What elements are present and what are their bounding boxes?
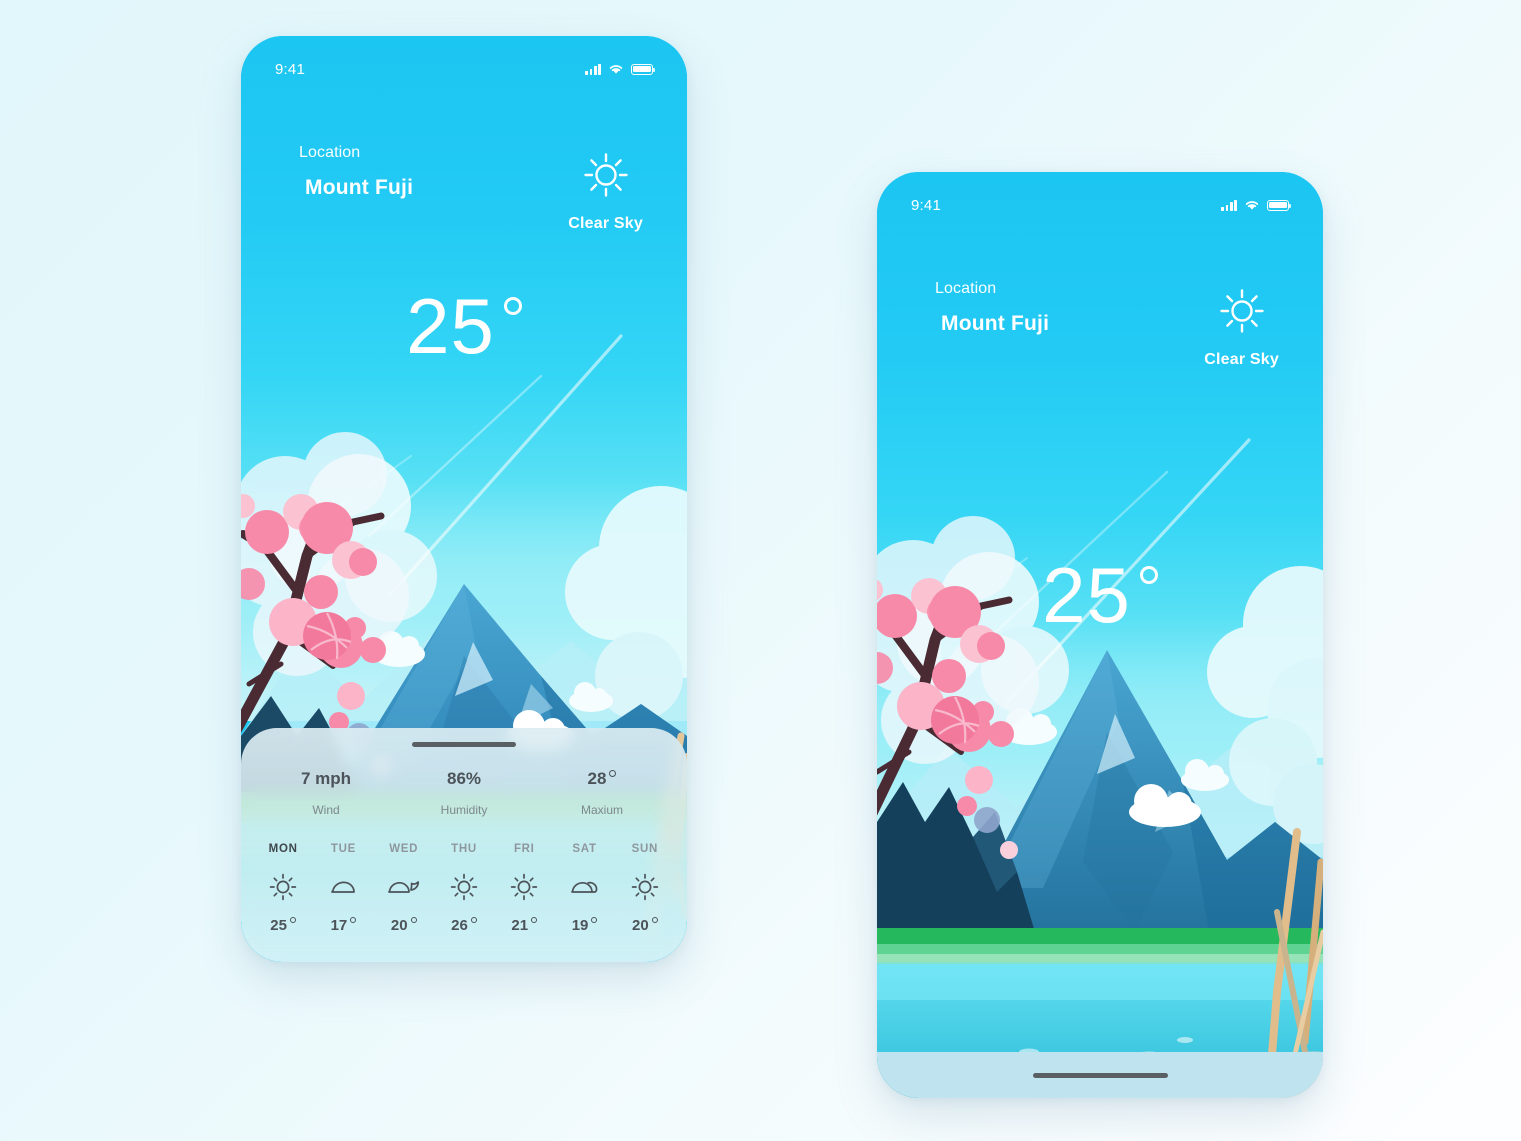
condition-label: Clear Sky	[1204, 351, 1279, 368]
status-bar: 9:41	[241, 56, 687, 82]
temperature-value: 25	[406, 282, 495, 370]
bottom-bar	[877, 1052, 1323, 1098]
weekly-forecast: MON 25 TUE 17 WED 20 THU 26 FRI 21 SAT 1…	[241, 843, 687, 935]
forecast-day-label: MON	[268, 843, 298, 855]
forecast-temp: 17	[330, 917, 348, 934]
phone-mockup-detail: 9:41 Location Mount Fuji Clear Sky 25 7 …	[241, 36, 687, 962]
stat-humidity-value: 86%	[446, 769, 482, 788]
drag-handle-icon[interactable]	[412, 742, 516, 747]
cloud-icon	[554, 869, 614, 905]
stat-humidity: 86% Humidity	[395, 769, 533, 817]
condition-block[interactable]: Clear Sky	[1204, 284, 1279, 369]
status-time: 9:41	[275, 60, 305, 78]
forecast-day-label: THU	[451, 843, 477, 855]
stat-maximum: 28 Maxium	[533, 769, 671, 817]
weather-header: Location Mount Fuji Clear Sky	[241, 144, 687, 233]
forecast-day-label: WED	[389, 843, 419, 855]
condition-block[interactable]: Clear Sky	[568, 148, 643, 233]
sun-icon	[583, 153, 628, 197]
stat-wind-label: Wind	[312, 803, 340, 817]
signal-bars-icon	[585, 63, 601, 75]
degree-circle-icon	[350, 917, 357, 923]
cloud-icon	[313, 869, 373, 905]
forecast-day-sat[interactable]: SAT 19	[554, 843, 614, 935]
degree-circle-icon	[609, 770, 617, 777]
sun-icon	[253, 869, 313, 905]
forecast-temp: 25	[270, 917, 287, 934]
home-indicator-icon[interactable]	[1032, 1072, 1168, 1078]
stats-row: 7 mph Wind 86% Humidity 28 Maxium	[241, 769, 687, 817]
status-bar: 9:41	[877, 192, 1323, 218]
forecast-day-sun[interactable]: SUN 20	[615, 843, 675, 935]
status-icons	[585, 63, 656, 75]
forecast-day-label: SUN	[631, 843, 659, 855]
phone-mockup-fullscene: 9:41 Location Mount Fuji Clear Sky 25	[877, 172, 1323, 1098]
location-label: Location	[299, 144, 361, 161]
status-icons	[1221, 199, 1292, 211]
degree-circle-icon	[531, 917, 538, 923]
forecast-temp: 20	[631, 917, 649, 934]
forecast-day-thu[interactable]: THU 26	[434, 843, 494, 935]
battery-icon	[631, 63, 656, 75]
stat-wind-value: 7 mph	[300, 769, 352, 788]
degree-circle-icon	[1139, 566, 1158, 584]
degree-circle-icon	[289, 917, 296, 923]
forecast-day-label: SAT	[572, 843, 597, 855]
battery-icon	[1267, 199, 1292, 211]
current-temperature: 25	[877, 551, 1323, 639]
current-temperature: 25	[241, 282, 687, 370]
forecast-temp: 20	[390, 917, 408, 934]
degree-circle-icon	[410, 917, 417, 923]
forecast-temp: 26	[451, 917, 468, 934]
sun-icon	[434, 869, 494, 905]
forecast-temp: 19	[571, 917, 589, 934]
forecast-day-wed[interactable]: WED 20	[374, 843, 434, 935]
wifi-icon	[609, 65, 623, 74]
degree-circle-icon	[651, 917, 658, 923]
forecast-day-tue[interactable]: TUE 17	[313, 843, 373, 935]
stat-humidity-label: Humidity	[440, 803, 488, 817]
forecast-day-mon[interactable]: MON 25	[253, 843, 313, 935]
degree-circle-icon	[503, 297, 522, 315]
temperature-value: 25	[1042, 551, 1131, 639]
stat-wind: 7 mph Wind	[257, 769, 395, 817]
cloud-moon-icon	[374, 869, 434, 905]
forecast-day-fri[interactable]: FRI 21	[494, 843, 554, 935]
location-block[interactable]: Location Mount Fuji	[935, 280, 1049, 336]
app-screen-detail: 9:41 Location Mount Fuji Clear Sky 25 7 …	[241, 36, 687, 962]
weather-detail-sheet[interactable]: 7 mph Wind 86% Humidity 28 Maxium MON 25…	[241, 728, 687, 962]
forecast-day-label: FRI	[513, 843, 535, 855]
condition-label: Clear Sky	[568, 215, 643, 232]
weather-header: Location Mount Fuji Clear Sky	[877, 280, 1323, 369]
forecast-temp: 21	[511, 917, 529, 934]
forecast-day-label: TUE	[330, 843, 356, 855]
location-block[interactable]: Location Mount Fuji	[299, 144, 413, 200]
sun-icon	[1219, 289, 1264, 333]
sun-icon	[615, 869, 675, 905]
location-name: Mount Fuji	[941, 312, 1050, 335]
degree-circle-icon	[470, 917, 477, 923]
signal-bars-icon	[1221, 199, 1237, 211]
degree-circle-icon	[591, 917, 598, 923]
stat-maximum-label: Maxium	[580, 803, 623, 817]
status-time: 9:41	[911, 196, 941, 214]
location-label: Location	[935, 280, 997, 297]
sun-icon	[494, 869, 554, 905]
app-screen-fullscene: 9:41 Location Mount Fuji Clear Sky 25	[877, 172, 1323, 1098]
stat-maximum-value: 28	[587, 769, 607, 788]
location-name: Mount Fuji	[305, 176, 414, 199]
wifi-icon	[1245, 201, 1259, 210]
